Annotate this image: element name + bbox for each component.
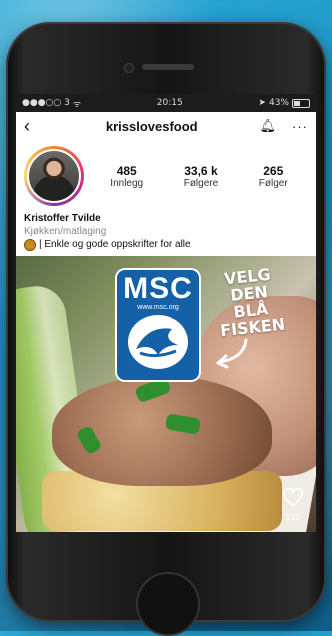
stat-posts-count: 485 bbox=[116, 163, 137, 178]
phone-screen: ●●●○○ 3 ᯤ 20:15 ➤ 43% ‹ krisslovesfood 🔔… bbox=[16, 94, 316, 532]
bio-line: | Enkle og gode oppskrifter for alle bbox=[24, 238, 308, 251]
home-button[interactable] bbox=[136, 572, 200, 636]
arrow-icon bbox=[216, 338, 248, 369]
heart-icon[interactable] bbox=[282, 487, 304, 507]
stat-followers-count: 33,6 k bbox=[184, 163, 218, 178]
stat-posts[interactable]: 485 Innlegg bbox=[110, 164, 143, 189]
profile-section: 485 Innlegg 33,6 k Følgere 265 Følger bbox=[16, 140, 316, 210]
carrier-text: ●●●○○ 3 bbox=[22, 98, 70, 108]
battery-percent: 43% bbox=[268, 98, 289, 108]
location-icon: ➤ bbox=[258, 98, 266, 108]
profile-header: ‹ krisslovesfood 🔔︎ ··· bbox=[16, 112, 316, 140]
avatar bbox=[27, 149, 81, 203]
wifi-icon: ᯤ bbox=[72, 99, 82, 110]
profile-stats: 485 Innlegg 33,6 k Følgere 265 Følger bbox=[90, 164, 308, 189]
clock: 20:15 bbox=[156, 98, 183, 108]
stat-posts-label: Innlegg bbox=[110, 177, 144, 189]
stat-following[interactable]: 265 Følger bbox=[259, 164, 288, 189]
camera-icon bbox=[124, 63, 134, 73]
stat-followers-label: Følgere bbox=[183, 177, 219, 189]
more-icon[interactable]: ··· bbox=[292, 119, 308, 134]
stat-following-count: 265 bbox=[263, 163, 284, 178]
status-bar: ●●●○○ 3 ᯤ 20:15 ➤ 43% bbox=[16, 94, 316, 112]
stat-following-label: Følger bbox=[258, 177, 288, 189]
msc-fish-icon bbox=[128, 315, 188, 369]
battery-icon bbox=[291, 98, 310, 108]
coin-icon bbox=[24, 238, 36, 251]
username-title: krisslovesfood bbox=[105, 118, 198, 134]
bio-text: | Enkle og gode oppskrifter for alle bbox=[39, 239, 191, 250]
msc-logo-title: MSC bbox=[123, 272, 193, 305]
avatar-ring[interactable] bbox=[24, 146, 84, 206]
profile-category: Kjøkken/matlaging bbox=[24, 226, 107, 237]
display-name: Kristoffer Tvilde bbox=[24, 213, 101, 224]
likes-count: 190 bbox=[285, 512, 301, 522]
profile-bio: Kristoffer Tvilde Kjøkken/matlaging | En… bbox=[16, 210, 316, 251]
post-image[interactable]: MSC www.msc.org VELG DEN BLÅ FISKEN 190 bbox=[16, 256, 316, 532]
msc-logo: MSC www.msc.org bbox=[115, 268, 201, 382]
bell-icon[interactable]: 🔔︎ bbox=[259, 118, 276, 134]
likes-block: 190 bbox=[282, 487, 304, 522]
speaker-grille bbox=[142, 64, 194, 70]
stat-followers[interactable]: 33,6 k Følgere bbox=[184, 164, 218, 189]
back-icon[interactable]: ‹ bbox=[24, 116, 44, 137]
slogan-text: VELG DEN BLÅ FISKEN bbox=[197, 263, 304, 341]
